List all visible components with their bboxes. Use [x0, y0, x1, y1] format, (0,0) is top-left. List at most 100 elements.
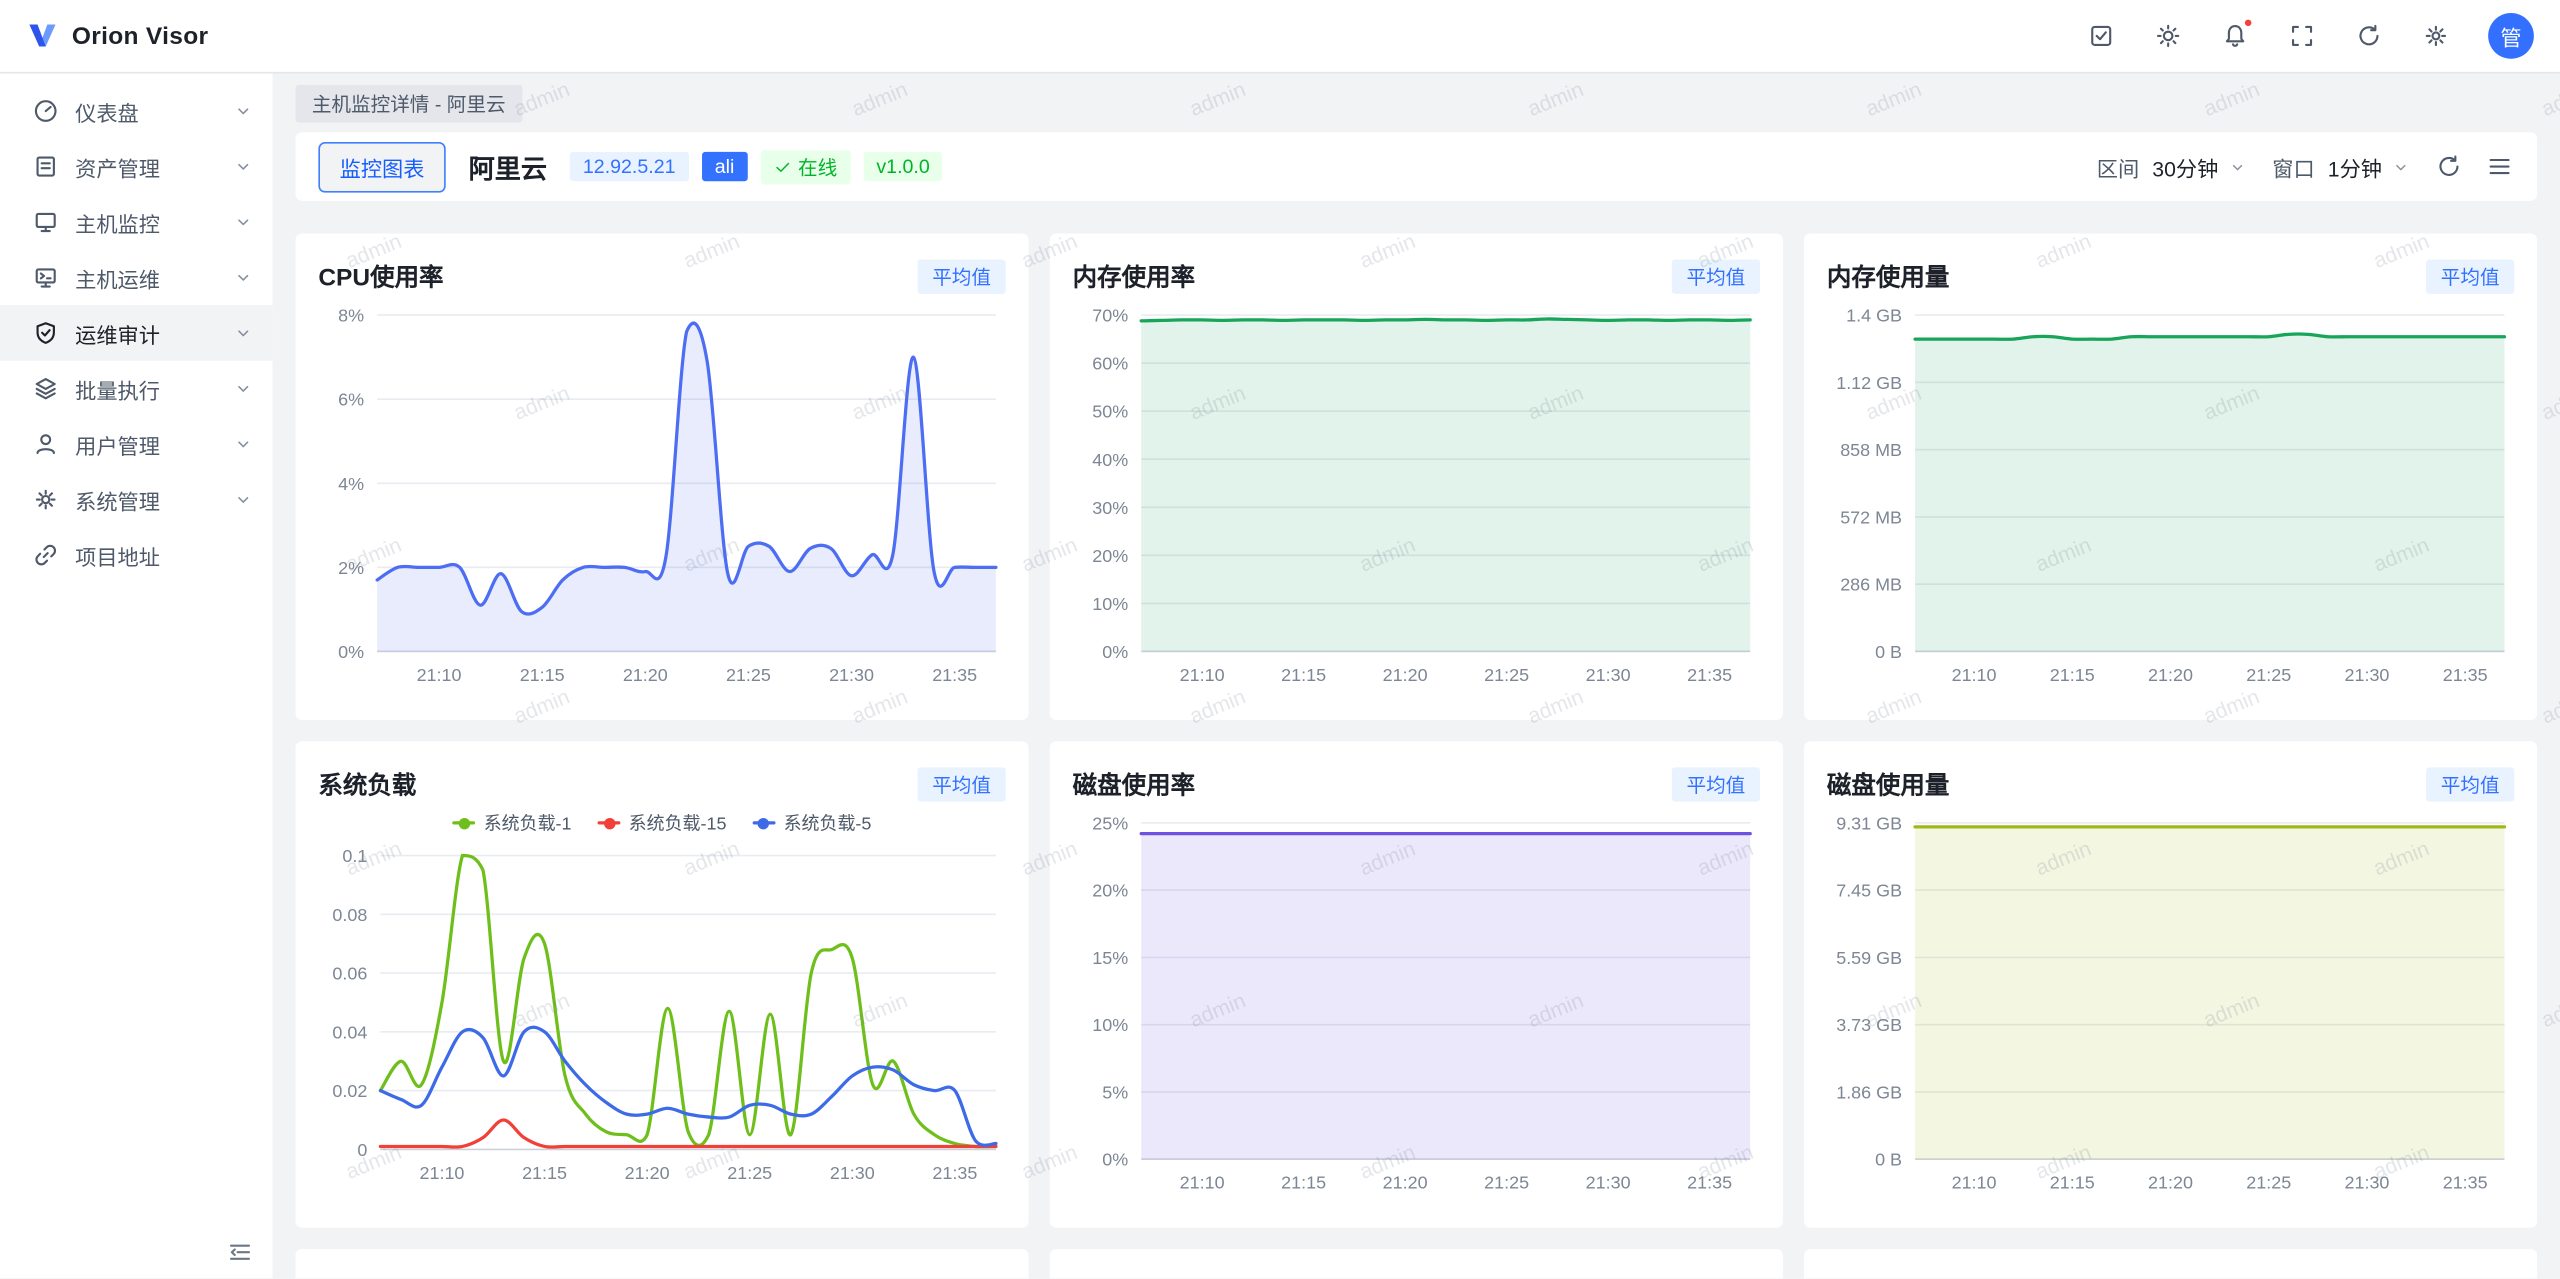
sidebar-item[interactable]: 仪表盘	[0, 83, 273, 139]
svg-text:0%: 0%	[1102, 642, 1128, 662]
svg-text:15%: 15%	[1092, 948, 1128, 968]
chart-card: 系统负载 平均值 系统负载-1系统负载-15系统负载-5 00.020.040.…	[296, 741, 1029, 1228]
sidebar-item[interactable]: 资产管理	[0, 139, 273, 195]
system-icon	[33, 487, 59, 513]
average-badge[interactable]: 平均值	[918, 259, 1006, 293]
average-badge[interactable]: 平均值	[918, 767, 1006, 801]
chart-card-header: 磁盘使用率 平均值	[1073, 764, 1760, 803]
interval-select[interactable]: 30分钟	[2152, 151, 2246, 182]
chart-card: 内存使用率 平均值 0%10%20%30%40%50%60%70%21:1021…	[1050, 233, 1783, 720]
svg-text:21:25: 21:25	[727, 1163, 772, 1183]
svg-text:0 B: 0 B	[1875, 642, 1902, 662]
average-badge[interactable]: 平均值	[1672, 259, 1760, 293]
svg-text:21:20: 21:20	[2148, 1173, 2193, 1193]
chart-card-header: CPU使用率 平均值	[318, 256, 1005, 295]
sidebar-item[interactable]: 用户管理	[0, 416, 273, 472]
svg-text:0%: 0%	[1102, 1150, 1128, 1170]
sidebar-item-label: 运维审计	[75, 318, 233, 349]
user-avatar[interactable]: 管	[2488, 13, 2534, 59]
sidebar-item[interactable]: 系统管理	[0, 472, 273, 528]
svg-text:6%: 6%	[338, 390, 364, 410]
svg-text:21:25: 21:25	[1484, 1173, 1529, 1193]
svg-text:0.04: 0.04	[332, 1022, 367, 1042]
chart-title: 内存使用量	[1827, 259, 1949, 293]
chevron-down-icon	[233, 157, 253, 177]
average-badge[interactable]: 平均值	[1672, 767, 1760, 801]
chart-plot: 0 B1.86 GB3.73 GB5.59 GB7.45 GB9.31 GB21…	[1827, 807, 2514, 1199]
chart-card: 磁盘使用量 平均值 0 B1.86 GB3.73 GB5.59 GB7.45 G…	[1804, 741, 2537, 1228]
gauge-icon	[33, 98, 59, 124]
gear-icon[interactable]	[2421, 21, 2450, 50]
collapse-sidebar-icon[interactable]	[227, 1239, 253, 1265]
chart-title: 内存使用率	[1073, 259, 1195, 293]
app-root: Orion Visor 管 仪表盘 资产管理 主机监控 主机运维 运维审计	[0, 0, 2560, 1278]
fullscreen-icon[interactable]	[2287, 21, 2316, 50]
window-select[interactable]: 1分钟	[2328, 151, 2410, 182]
svg-text:0%: 0%	[338, 642, 364, 662]
sidebar-item-label: 系统管理	[75, 484, 233, 515]
legend-item[interactable]: 系统负载-1	[453, 810, 572, 836]
chart-card-partial	[296, 1249, 1029, 1278]
svg-text:21:20: 21:20	[625, 1163, 670, 1183]
ops-icon	[33, 264, 59, 290]
breadcrumb-chip[interactable]: 主机监控详情 - 阿里云	[296, 84, 522, 122]
svg-text:60%: 60%	[1092, 354, 1128, 374]
svg-text:9.31 GB: 9.31 GB	[1836, 813, 1902, 833]
sidebar-item[interactable]: 主机监控	[0, 194, 273, 250]
legend-item[interactable]: 系统负载-15	[598, 810, 727, 836]
svg-text:2%: 2%	[338, 558, 364, 578]
svg-text:21:20: 21:20	[2148, 665, 2193, 685]
chart-card-header: 内存使用量 平均值	[1827, 256, 2514, 295]
bell-icon[interactable]	[2220, 21, 2249, 50]
host-name: 阿里云	[469, 147, 547, 186]
refresh-icon[interactable]	[2354, 21, 2383, 50]
main-content: 主机监控详情 - 阿里云 监控图表 阿里云 12.92.5.21ali在线v1.…	[273, 73, 2560, 1278]
svg-text:21:35: 21:35	[1687, 1173, 1732, 1193]
audit-icon	[33, 320, 59, 346]
sidebar-item[interactable]: 批量执行	[0, 361, 273, 417]
sun-icon[interactable]	[2153, 21, 2182, 50]
sidebar-item[interactable]: 运维审计	[0, 305, 273, 361]
refresh-icon[interactable]	[2436, 153, 2464, 181]
chart-plot: 0%2%4%6%8%21:1021:1521:2021:2521:3021:35	[318, 299, 1005, 691]
chevron-down-icon	[233, 212, 253, 232]
monitor-chart-button[interactable]: 监控图表	[318, 141, 445, 192]
svg-text:572 MB: 572 MB	[1840, 507, 1902, 527]
window-value: 1分钟	[2328, 151, 2382, 182]
sidebar-item[interactable]: 主机运维	[0, 250, 273, 306]
svg-text:21:35: 21:35	[932, 665, 977, 685]
orion-visor-logo-icon	[26, 22, 59, 50]
svg-text:21:15: 21:15	[522, 1163, 567, 1183]
svg-text:21:25: 21:25	[2246, 665, 2291, 685]
chart-title: 磁盘使用率	[1073, 767, 1195, 801]
notification-dot	[2243, 18, 2253, 28]
host-tags: 12.92.5.21ali在线v1.0.0	[570, 149, 943, 183]
svg-text:1.12 GB: 1.12 GB	[1836, 373, 1902, 393]
svg-text:21:10: 21:10	[1952, 665, 1997, 685]
square-check-icon[interactable]	[2087, 21, 2116, 50]
sidebar-nav: 仪表盘 资产管理 主机监控 主机运维 运维审计 批量执行 用户管理 系统管理	[0, 73, 273, 1226]
svg-text:1.4 GB: 1.4 GB	[1846, 306, 1902, 326]
svg-text:21:30: 21:30	[2345, 665, 2390, 685]
chevron-down-icon	[233, 379, 253, 399]
svg-text:21:10: 21:10	[1952, 1173, 1997, 1193]
svg-text:21:30: 21:30	[2345, 1173, 2390, 1193]
svg-text:21:35: 21:35	[932, 1163, 977, 1183]
average-badge[interactable]: 平均值	[2426, 767, 2514, 801]
svg-text:5%: 5%	[1102, 1082, 1128, 1102]
svg-text:21:15: 21:15	[1281, 665, 1326, 685]
svg-text:0.06: 0.06	[332, 964, 367, 984]
brand[interactable]: Orion Visor	[26, 22, 208, 50]
chart-plot: 0 B286 MB572 MB858 MB1.12 GB1.4 GB21:102…	[1827, 299, 2514, 691]
host-tag: 在线	[760, 149, 850, 183]
average-badge[interactable]: 平均值	[2426, 259, 2514, 293]
interval-label: 区间	[2097, 151, 2139, 182]
sidebar-item[interactable]: 项目地址	[0, 527, 273, 583]
svg-text:21:20: 21:20	[1383, 1173, 1428, 1193]
menu-icon[interactable]	[2487, 153, 2515, 181]
svg-text:21:20: 21:20	[623, 665, 668, 685]
legend-item[interactable]: 系统负载-5	[753, 810, 872, 836]
sidebar-item-label: 批量执行	[75, 373, 233, 404]
svg-text:286 MB: 286 MB	[1840, 575, 1902, 595]
svg-text:5.59 GB: 5.59 GB	[1836, 948, 1902, 968]
